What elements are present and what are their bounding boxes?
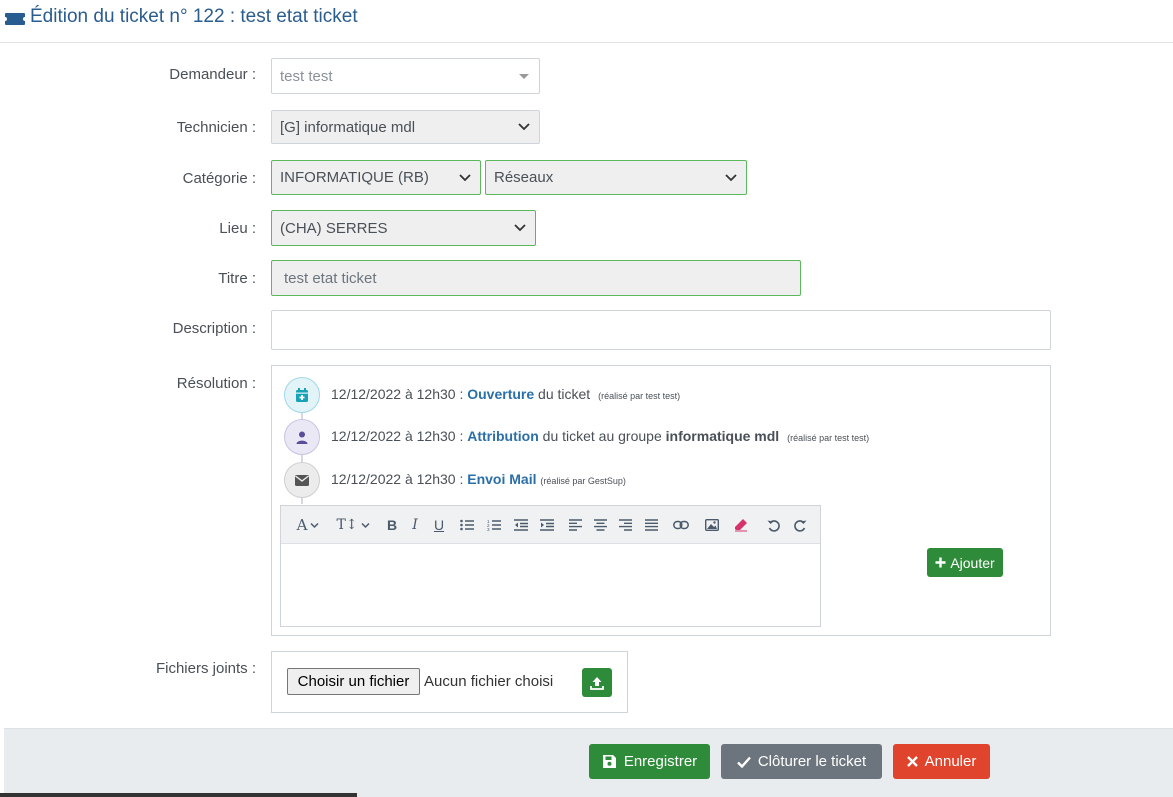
choose-file-button[interactable]: Choisir un fichier: [287, 668, 420, 695]
titre-input[interactable]: test etat ticket: [271, 260, 801, 296]
chevron-down-icon: [725, 173, 737, 181]
align-left-icon[interactable]: [567, 515, 583, 535]
page-title: Édition du ticket n° 122 : test etat tic…: [30, 6, 358, 27]
chevron-down-icon: [514, 224, 526, 232]
italic-icon[interactable]: I: [407, 515, 423, 535]
file-status: Aucun fichier choisi: [424, 673, 554, 690]
upload-icon: [590, 676, 604, 690]
file-upload-panel: Choisir un fichier Aucun fichier choisi: [271, 651, 628, 713]
timeline-entry-envoi-mail: 12/12/2022 à 12h30 : Envoi Mail (réalisé…: [331, 471, 626, 487]
technicien-value: [G] informatique mdl: [280, 118, 416, 136]
resolution-label: Résolution :: [176, 375, 256, 392]
annuler-button[interactable]: Annuler: [893, 744, 990, 779]
sous-categorie-value: Réseaux: [494, 169, 554, 186]
redo-icon[interactable]: [792, 515, 808, 535]
check-icon: [736, 756, 751, 768]
outdent-icon[interactable]: [513, 515, 529, 535]
categorie-select[interactable]: INFORMATIQUE (RB): [271, 160, 481, 195]
undo-icon[interactable]: [765, 515, 781, 535]
svg-text:3: 3: [487, 527, 490, 531]
resolution-panel: 12/12/2022 à 12h30 : Ouverture du ticket…: [271, 365, 1051, 636]
caret-down-icon: [519, 74, 529, 79]
ajouter-button[interactable]: Ajouter: [927, 548, 1003, 577]
titre-label: Titre :: [218, 270, 256, 287]
categorie-value: INFORMATIQUE (RB): [280, 169, 429, 186]
enregistrer-button[interactable]: Enregistrer: [589, 744, 710, 779]
align-right-icon[interactable]: [617, 515, 633, 535]
ticket-icon: [4, 11, 26, 31]
lieu-value: (CHA) SERRES: [280, 219, 388, 237]
plus-icon: [935, 557, 946, 568]
description-label: Description :: [172, 320, 256, 337]
font-size-icon[interactable]: T↕: [335, 515, 371, 535]
justify-icon[interactable]: [643, 515, 659, 535]
demandeur-select[interactable]: test test: [271, 58, 540, 94]
font-color-icon[interactable]: A: [293, 515, 323, 535]
categorie-label: Catégorie :: [182, 170, 256, 187]
demandeur-label: Demandeur :: [169, 66, 256, 83]
underline-icon[interactable]: U: [431, 515, 447, 535]
image-icon[interactable]: [704, 515, 720, 535]
technicien-select[interactable]: [G] informatique mdl: [271, 110, 540, 144]
calendar-plus-icon: [284, 377, 320, 413]
user-icon: [284, 419, 320, 455]
technicien-label: Technicien :: [176, 119, 256, 136]
chevron-down-icon: [518, 123, 530, 131]
editor-toolbar: A T↕ B I U 123: [281, 506, 820, 544]
demandeur-value: test test: [280, 67, 333, 85]
description-input[interactable]: [271, 310, 1051, 350]
save-icon: [602, 755, 616, 768]
fichiers-label: Fichiers joints :: [155, 660, 256, 677]
chevron-down-icon: [459, 173, 471, 181]
page-header: Édition du ticket n° 122 : test etat tic…: [0, 0, 1173, 43]
eraser-icon[interactable]: [733, 515, 749, 535]
horizontal-scrollbar[interactable]: [0, 793, 357, 797]
lieu-label: Lieu :: [219, 220, 256, 237]
close-icon: [906, 756, 918, 767]
timeline-entry-attribution: 12/12/2022 à 12h30 : Attribution du tick…: [331, 428, 870, 444]
link-icon[interactable]: [672, 515, 690, 535]
cloturer-button[interactable]: Clôturer le ticket: [721, 744, 882, 779]
bold-icon[interactable]: B: [384, 515, 400, 535]
editor-content-area[interactable]: [281, 544, 820, 626]
lieu-select[interactable]: (CHA) SERRES: [271, 210, 536, 246]
numbered-list-icon[interactable]: 123: [486, 515, 502, 535]
sous-categorie-select[interactable]: Réseaux: [485, 160, 747, 195]
align-center-icon[interactable]: [592, 515, 608, 535]
bullet-list-icon[interactable]: [459, 515, 475, 535]
titre-value: test etat ticket: [284, 269, 377, 287]
envelope-icon: [284, 462, 320, 498]
timeline-entry-ouverture: 12/12/2022 à 12h30 : Ouverture du ticket…: [331, 386, 681, 402]
action-bar: Enregistrer Clôturer le ticket Annuler: [4, 728, 1173, 797]
upload-button[interactable]: [582, 668, 612, 697]
resolution-editor[interactable]: A T↕ B I U 123: [280, 505, 821, 627]
indent-icon[interactable]: [539, 515, 555, 535]
